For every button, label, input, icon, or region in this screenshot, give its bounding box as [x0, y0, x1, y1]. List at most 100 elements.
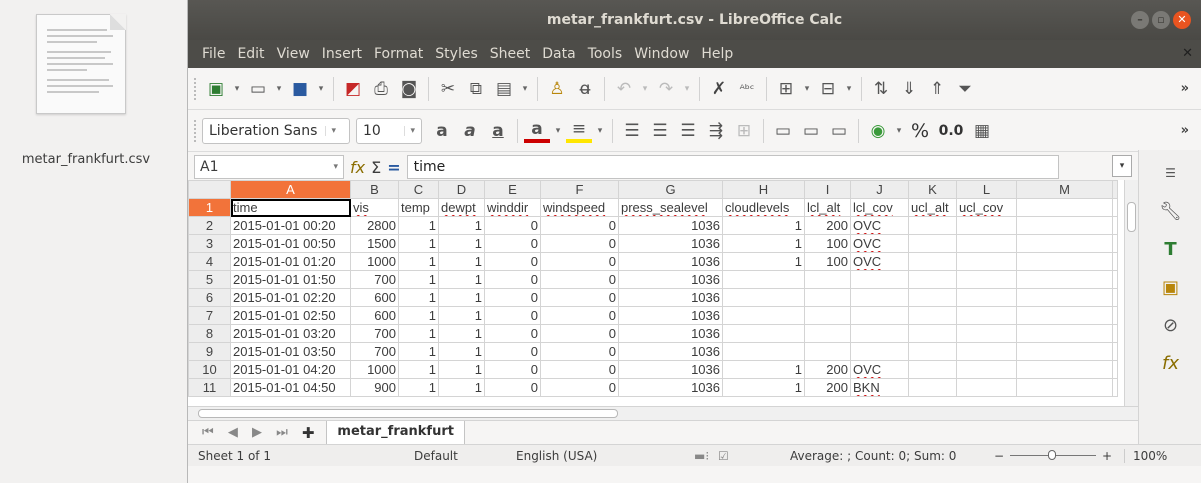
- cell[interactable]: [908, 252, 957, 271]
- first-sheet-icon[interactable]: ⏮: [202, 425, 214, 440]
- cell[interactable]: windspeed: [540, 198, 619, 217]
- gallery-icon[interactable]: ▣: [1156, 272, 1186, 302]
- cell[interactable]: [956, 342, 1017, 361]
- menu-help[interactable]: Help: [695, 46, 739, 62]
- menu-insert[interactable]: Insert: [316, 46, 368, 62]
- cell[interactable]: 2015-01-01 00:20: [230, 216, 351, 235]
- cell[interactable]: 1: [398, 288, 439, 307]
- cell[interactable]: [722, 324, 805, 343]
- row-dropdown-icon[interactable]: ▾: [801, 76, 813, 102]
- close-button[interactable]: ✕: [1173, 11, 1191, 29]
- column-header-i[interactable]: I: [804, 180, 851, 199]
- column-header-a[interactable]: A: [230, 180, 351, 199]
- cell[interactable]: [956, 378, 1017, 397]
- cell[interactable]: lcl_alt: [804, 198, 851, 217]
- cell[interactable]: [956, 324, 1017, 343]
- cell[interactable]: 700: [350, 270, 399, 289]
- cell[interactable]: [908, 378, 957, 397]
- cell[interactable]: [804, 288, 851, 307]
- save-icon[interactable]: ■: [287, 76, 313, 102]
- chevron-down-icon[interactable]: ▾: [325, 125, 336, 136]
- row-header[interactable]: 10: [188, 360, 231, 379]
- cell[interactable]: 0: [484, 378, 541, 397]
- cell[interactable]: [1112, 360, 1118, 379]
- menu-tools[interactable]: Tools: [582, 46, 629, 62]
- cell[interactable]: [1016, 234, 1113, 253]
- cell[interactable]: 1: [398, 306, 439, 325]
- font-color-icon[interactable]: a: [524, 119, 550, 143]
- cell[interactable]: temp: [398, 198, 439, 217]
- cut-icon[interactable]: ✂: [435, 76, 461, 102]
- chevron-down-icon[interactable]: ▾: [333, 162, 338, 172]
- column-header-j[interactable]: J: [850, 180, 909, 199]
- cell[interactable]: 1: [398, 270, 439, 289]
- cell[interactable]: [1112, 306, 1118, 325]
- print-preview-icon[interactable]: ◙: [396, 76, 422, 102]
- functions-icon[interactable]: fx: [1156, 348, 1186, 378]
- cell[interactable]: [1112, 252, 1118, 271]
- cell[interactable]: ucl_cov: [956, 198, 1017, 217]
- paste-icon[interactable]: ▤: [491, 76, 517, 102]
- next-sheet-icon[interactable]: ▶: [252, 425, 262, 440]
- column-icon[interactable]: ⊟: [815, 76, 841, 102]
- cell[interactable]: 1: [438, 234, 485, 253]
- align-left-icon[interactable]: ☰: [619, 118, 645, 144]
- cell[interactable]: [1016, 270, 1113, 289]
- cell[interactable]: 1: [722, 216, 805, 235]
- cell[interactable]: dewpt: [438, 198, 485, 217]
- cell[interactable]: [956, 216, 1017, 235]
- cell[interactable]: 1: [398, 360, 439, 379]
- align-bottom-icon[interactable]: ▭: [826, 118, 852, 144]
- cell[interactable]: [850, 288, 909, 307]
- add-sheet-icon[interactable]: ✚: [302, 424, 315, 442]
- cell[interactable]: 0: [540, 324, 619, 343]
- cell[interactable]: 2800: [350, 216, 399, 235]
- vertical-scrollbar[interactable]: [1124, 180, 1138, 406]
- cell[interactable]: 0: [540, 378, 619, 397]
- row-header[interactable]: 9: [188, 342, 231, 361]
- underline-icon[interactable]: a: [485, 118, 511, 144]
- wrap-text-icon[interactable]: ⇶: [703, 118, 729, 144]
- menu-edit[interactable]: Edit: [231, 46, 270, 62]
- cell[interactable]: [908, 324, 957, 343]
- sheet-count[interactable]: Sheet 1 of 1: [198, 449, 271, 463]
- print-icon[interactable]: ⎙: [368, 76, 394, 102]
- cell[interactable]: 2015-01-01 04:20: [230, 360, 351, 379]
- select-all-corner[interactable]: [188, 180, 231, 199]
- cell[interactable]: [908, 270, 957, 289]
- cell[interactable]: [1112, 270, 1118, 289]
- cell[interactable]: [804, 324, 851, 343]
- cell[interactable]: 1: [398, 378, 439, 397]
- cell[interactable]: 0: [484, 252, 541, 271]
- cell[interactable]: [1016, 324, 1113, 343]
- cell[interactable]: 2015-01-01 02:50: [230, 306, 351, 325]
- cell[interactable]: 2015-01-01 01:50: [230, 270, 351, 289]
- cell[interactable]: 1000: [350, 360, 399, 379]
- cell[interactable]: OVC: [850, 216, 909, 235]
- cell[interactable]: [1016, 342, 1113, 361]
- highlight-dropdown-icon[interactable]: ▾: [594, 118, 606, 144]
- cell[interactable]: 1: [438, 270, 485, 289]
- row-header[interactable]: 5: [188, 270, 231, 289]
- column-dropdown-icon[interactable]: ▾: [843, 76, 855, 102]
- cell[interactable]: 1000: [350, 252, 399, 271]
- sidebar-menu-icon[interactable]: ☰: [1156, 158, 1186, 188]
- cell[interactable]: [850, 270, 909, 289]
- cell[interactable]: 2015-01-01 03:20: [230, 324, 351, 343]
- cell[interactable]: 2015-01-01 01:20: [230, 252, 351, 271]
- cell[interactable]: [956, 288, 1017, 307]
- cell[interactable]: 1: [438, 342, 485, 361]
- zoom-slider-handle[interactable]: [1048, 450, 1056, 460]
- cell[interactable]: 1: [722, 378, 805, 397]
- cell[interactable]: 200: [804, 216, 851, 235]
- column-header-d[interactable]: D: [438, 180, 485, 199]
- cell[interactable]: 1036: [618, 342, 723, 361]
- cell[interactable]: [722, 288, 805, 307]
- cell[interactable]: BKN: [850, 378, 909, 397]
- export-pdf-icon[interactable]: ◩: [340, 76, 366, 102]
- cell[interactable]: [1016, 378, 1113, 397]
- cell[interactable]: 1500: [350, 234, 399, 253]
- column-header-c[interactable]: C: [398, 180, 439, 199]
- row-icon[interactable]: ⊞: [773, 76, 799, 102]
- cell[interactable]: 1036: [618, 234, 723, 253]
